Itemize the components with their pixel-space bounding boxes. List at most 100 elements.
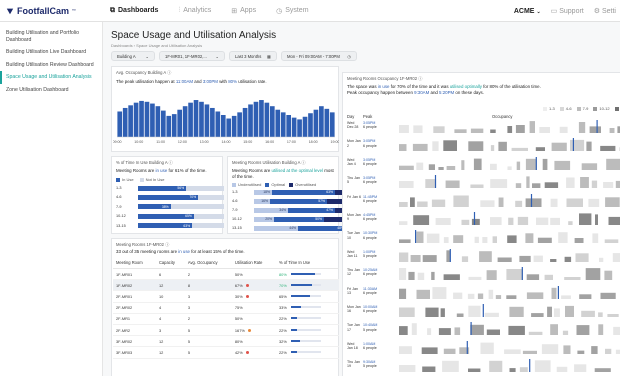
inuse-legend-item: In Use bbox=[116, 177, 134, 182]
timeline-row[interactable]: Wed Jan 11 1:00PM 5 people bbox=[347, 248, 620, 263]
timeline-row[interactable]: Mon Jan 16 10:00AM 6 people bbox=[347, 304, 620, 318]
sidebar-item[interactable]: Building Utilisation and Portfolio Dashb… bbox=[0, 27, 102, 46]
table-row[interactable]: 2F-MR01 10 3 30% 65% bbox=[113, 290, 339, 303]
nav-dashboards[interactable]: ⧉ Dashboards bbox=[100, 0, 168, 22]
info-icon[interactable]: ⓘ bbox=[169, 160, 173, 165]
timeline-row[interactable]: Thu Jan 19 9:30AM 5 people bbox=[347, 359, 620, 373]
breadcrumb[interactable]: Dashboards › Space Usage and Utilisation… bbox=[111, 43, 202, 48]
occupancy-block bbox=[562, 331, 569, 336]
settings-link[interactable]: ⚙ Setti bbox=[594, 7, 616, 15]
building-select[interactable]: Building A ⌄ bbox=[111, 51, 155, 61]
occupancy-block bbox=[453, 235, 464, 244]
column-header[interactable]: Avg. Occupancy bbox=[184, 257, 232, 269]
occupancy-bar bbox=[220, 115, 226, 137]
avg-occupancy-cell: 8 bbox=[184, 279, 232, 292]
nav-apps[interactable]: ⊞ Apps bbox=[221, 0, 266, 22]
room-select[interactable]: 1F-MR01, 1F-MR02,... ⌄ bbox=[159, 51, 225, 61]
occupancy-block bbox=[605, 348, 612, 354]
timeline-row[interactable]: Fri Jan 13 11:30AM 6 people bbox=[347, 285, 620, 300]
occupancy-block bbox=[416, 162, 424, 170]
status-dot bbox=[247, 328, 252, 333]
sidebar-item[interactable]: Zone Utilisation Dashboard bbox=[0, 84, 102, 97]
occupancy-block bbox=[416, 289, 430, 299]
timeline-row[interactable]: Tue Jan 10 10:30PM 6 people bbox=[347, 230, 620, 244]
hours-select[interactable]: Mon - Fri 09:00AM - 7:00PM ◷ bbox=[281, 51, 357, 61]
brand-logo[interactable]: FootfallCam ™ bbox=[0, 6, 100, 16]
settings-label: Setti bbox=[601, 8, 616, 15]
occupancy-block bbox=[568, 221, 573, 225]
timeline-row[interactable]: Thu Jan 12 10:25AM 6 people bbox=[347, 267, 620, 281]
sidebar-item[interactable]: Space Usage and Utilisation Analysis bbox=[0, 71, 102, 84]
timeline-row[interactable]: Wed Dec 28 3:05PM 6 people bbox=[347, 120, 620, 134]
timeline-day: Wed Jan 4 bbox=[347, 157, 356, 166]
sidebar-item[interactable]: Building Utilisation Live Dashboard bbox=[0, 46, 102, 59]
column-header[interactable]: Utilisation Rate bbox=[231, 257, 277, 269]
occupancy-block bbox=[482, 237, 488, 244]
support-link[interactable]: ▭ Support bbox=[551, 7, 584, 15]
optimal-segment: 50% bbox=[274, 216, 324, 222]
occupancy-block bbox=[531, 313, 544, 317]
occupancy-block bbox=[508, 217, 514, 225]
row-label: 4-6 bbox=[116, 195, 122, 200]
timeline-row[interactable]: Wed Jan 18 1:00AM 6 people bbox=[347, 340, 620, 355]
column-header[interactable]: % of Time In Use bbox=[276, 257, 339, 269]
info-icon[interactable]: ⓘ bbox=[301, 160, 305, 165]
timeline-day: Thu Jan 12 bbox=[347, 268, 360, 277]
table-row[interactable]: 2F-MR2 3 5 167% 22% bbox=[113, 324, 339, 337]
utilisation-summary: Meeting Rooms are utilised at the optima… bbox=[232, 168, 337, 179]
column-header[interactable]: Meeting Room bbox=[113, 257, 156, 269]
row-label: 1-3 bbox=[116, 186, 122, 190]
brand-name: FootfallCam bbox=[17, 5, 70, 16]
table-row[interactable]: 1F-MR01 6 2 50% 80% bbox=[113, 268, 339, 281]
account-menu[interactable]: ACME ⌄ bbox=[514, 8, 541, 15]
utilisation-legend: Underutilised Optimal Overutilised bbox=[232, 182, 316, 187]
timeline-peak: 4:45PM 6 people bbox=[363, 213, 395, 221]
table-row[interactable]: 3F-MR02 12 5 80% 32% bbox=[113, 335, 339, 348]
occupancy-block bbox=[489, 360, 503, 373]
timeline-row[interactable]: Mon Jan 2 3:05PM 6 people bbox=[347, 138, 620, 152]
nav-system[interactable]: ◷ System bbox=[266, 0, 318, 22]
in-use-mini-bar bbox=[290, 294, 321, 297]
occupancy-block bbox=[412, 144, 428, 152]
nav-analytics[interactable]: ⫶ Analytics bbox=[168, 0, 221, 22]
occupancy-block bbox=[536, 217, 549, 225]
peak-time-2: 3:00PM bbox=[202, 79, 218, 84]
period-select[interactable]: Last 3 Months ▦ bbox=[229, 51, 277, 61]
table-row[interactable]: 3F-MR03 12 5 42% 22% bbox=[113, 346, 339, 359]
timeline-row[interactable]: Wed Jan 4 3:05PM 6 people bbox=[347, 156, 620, 171]
sidebar-item[interactable]: Building Utilisation Review Dashboard bbox=[0, 59, 102, 72]
optimal-segment: 63% bbox=[272, 189, 335, 195]
timeline-row[interactable]: Thu Jan 5 3:05PM 6 people bbox=[347, 175, 620, 189]
occupancy-block bbox=[517, 216, 529, 225]
column-header[interactable]: Capacity bbox=[155, 257, 185, 269]
peak-people: 6 people bbox=[363, 161, 377, 166]
avg-occupancy-title: Avg. Occupancy Building A ⓘ bbox=[116, 70, 171, 76]
occupancy-block bbox=[446, 165, 456, 170]
occupancy-block bbox=[399, 345, 412, 354]
utilisation-row: 4-6 16%57%27% bbox=[232, 198, 354, 204]
timeline-row[interactable]: Mon Jan 9 4:45PM 6 people bbox=[347, 212, 620, 226]
in-use-value: 70% bbox=[279, 282, 287, 288]
table-row[interactable]: 2F-MR02 4 3 75% 33% bbox=[113, 302, 339, 314]
info-icon[interactable]: ⓘ bbox=[167, 70, 171, 75]
table-row[interactable]: 2F-MR1 4 2 50% 22% bbox=[113, 313, 339, 325]
nav-label: Dashboards bbox=[118, 7, 159, 14]
occupancy-block bbox=[528, 332, 543, 336]
info-icon[interactable]: ⓘ bbox=[165, 242, 169, 247]
occupancy-block bbox=[566, 177, 575, 189]
occupancy-summary-post1: with bbox=[217, 79, 229, 84]
utilisation-cell: 50% bbox=[231, 313, 277, 325]
occupancy-block bbox=[431, 199, 446, 207]
occupancy-strip bbox=[399, 138, 620, 152]
in-use-mini-bar bbox=[290, 350, 321, 353]
table-row[interactable]: 1F-MR02 12 8 67% 70% bbox=[113, 279, 339, 292]
info-icon[interactable]: ⓘ bbox=[418, 76, 422, 81]
timeline-row[interactable]: Fri Jan 6 11:45PM 6 people bbox=[347, 193, 620, 208]
timeline-row[interactable]: Tue Jan 17 10:40AM 5 people bbox=[347, 322, 620, 336]
occupancy-block bbox=[579, 293, 592, 299]
x-tick-label: 12:00 bbox=[178, 140, 187, 144]
peak-people: 6 people bbox=[363, 217, 377, 222]
timeline-day: Wed Jan 11 bbox=[347, 249, 358, 258]
in-use-value: 80% bbox=[279, 271, 287, 277]
timeline-day: Thu Jan 5 bbox=[347, 176, 360, 185]
